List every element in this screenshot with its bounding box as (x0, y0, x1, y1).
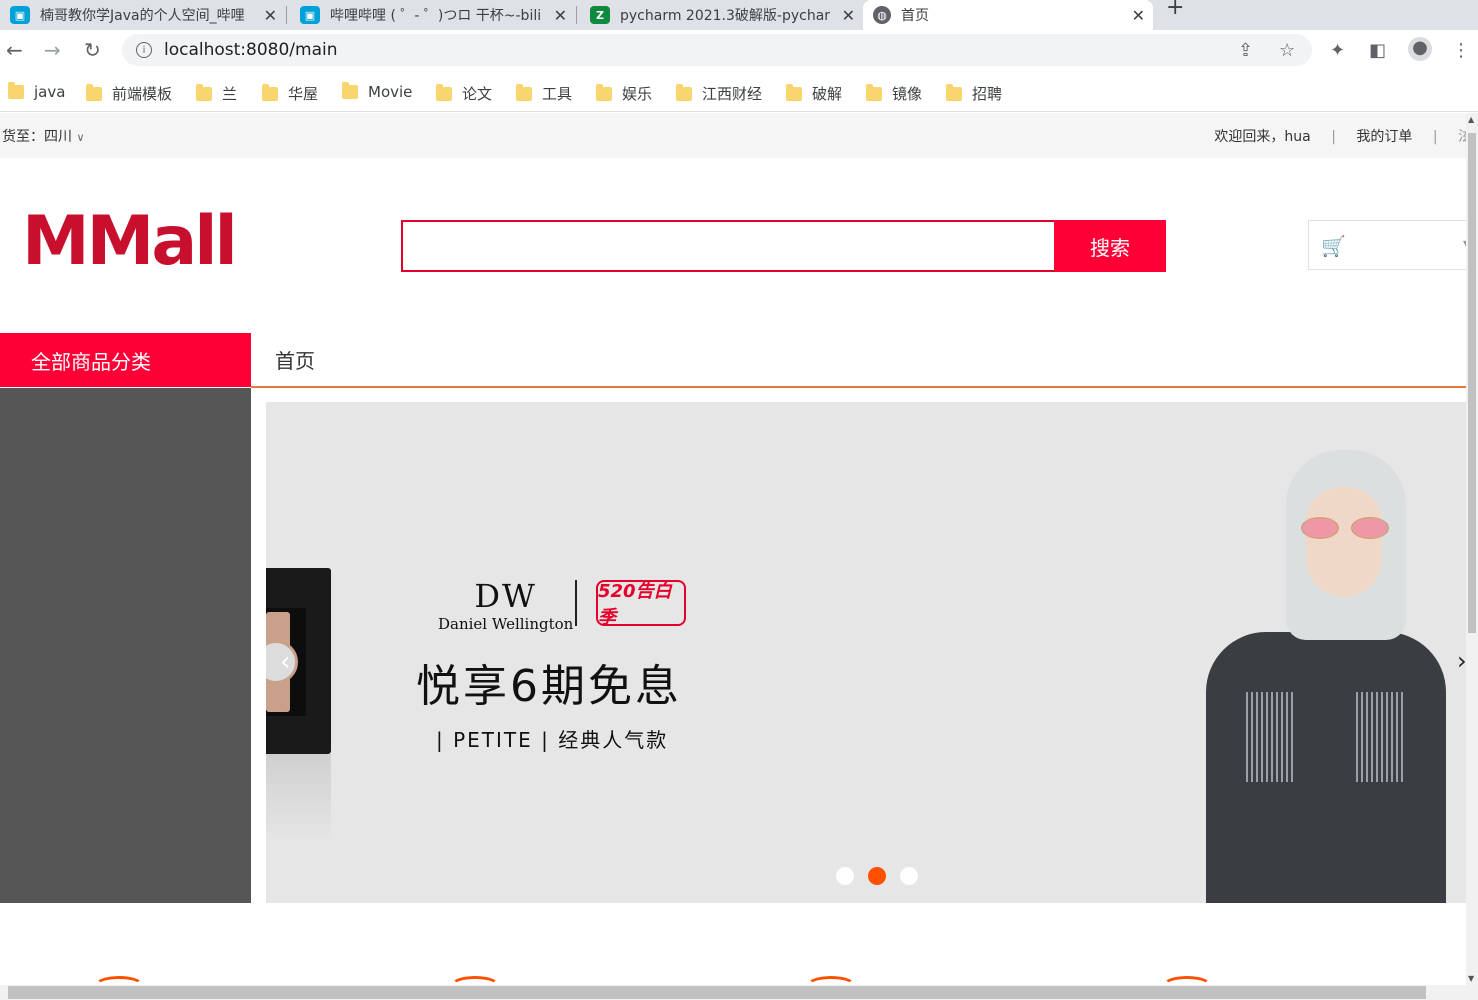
tab-title: 哔哩哔哩 ( ゜- ゜)つロ 干杯~-bili (330, 8, 540, 24)
carousel-prev-icon[interactable]: ‹ (280, 647, 290, 677)
search-input[interactable] (403, 222, 1054, 270)
all-categories-button[interactable]: 全部商品分类 (0, 333, 251, 387)
bookmark-folder[interactable]: java (8, 82, 65, 101)
category-sidebar (0, 388, 251, 903)
scroll-up-icon[interactable]: ▲ (1468, 115, 1474, 124)
browser-toolbar: ← → ↻ i localhost:8080/main ⇪ ☆ ✦ ◧ ● ⋮ (0, 30, 1478, 70)
folder-icon (196, 83, 212, 101)
tab-title: 首页 (901, 8, 929, 24)
back-icon[interactable]: ← (6, 38, 23, 62)
cart-button[interactable]: 🛒 ▾ (1308, 220, 1478, 270)
bookmark-folder[interactable]: 论文 (436, 83, 492, 104)
share-icon[interactable]: ⇪ (1238, 40, 1253, 61)
reload-icon[interactable]: ↻ (84, 38, 101, 62)
carousel-next-icon[interactable]: › (1457, 647, 1466, 675)
globe-icon: ◍ (873, 6, 891, 24)
browser-tab-active[interactable]: ◍ 首页 ✕ (863, 0, 1153, 30)
carousel-dot[interactable] (900, 867, 918, 885)
folder-icon (676, 83, 692, 101)
site-logo[interactable]: MMall (22, 202, 238, 282)
folder-icon (596, 83, 612, 101)
bookmark-folder[interactable]: 华屋 (262, 83, 318, 104)
brand-logo: DW Daniel Wellington (438, 577, 574, 633)
nav-underline (251, 386, 1466, 388)
cart-icon: 🛒 (1321, 234, 1346, 258)
model-image (1206, 442, 1446, 903)
info-icon[interactable]: i (136, 42, 152, 58)
user-links: 欢迎回来，hua | 我的订单 | 泫 (1198, 126, 1472, 146)
zhihu-z-icon: Z (590, 6, 610, 24)
bookmark-folder[interactable]: 江西财经 (676, 83, 762, 104)
browser-tab[interactable]: Z pycharm 2021.3破解版-pycharm ✕ (580, 0, 863, 30)
tab-title: pycharm 2021.3破解版-pycharm (620, 8, 830, 24)
folder-icon (262, 83, 278, 101)
search-button[interactable]: 搜索 (1054, 220, 1166, 272)
bilibili-icon: ▣ (300, 6, 320, 24)
folder-icon (786, 83, 802, 101)
browser-tab[interactable]: ▣ 哔哩哔哩 ( ゜- ゜)つロ 干杯~-bili ✕ (290, 0, 575, 30)
ship-to-selector[interactable]: 货至：四川 ∨ (2, 126, 85, 146)
carousel-dot-active[interactable] (868, 867, 886, 885)
close-icon[interactable]: ✕ (554, 6, 567, 25)
extensions-icon[interactable]: ✦ (1330, 40, 1345, 61)
carousel-dot[interactable] (836, 867, 854, 885)
folder-icon (866, 83, 882, 101)
banner-carousel[interactable]: ‹ › DW Daniel Wellington 520告白季 悦享6期免息 |… (266, 402, 1466, 903)
vertical-scrollbar[interactable]: ▲ ▼ (1466, 113, 1478, 985)
folder-icon (516, 83, 532, 101)
bookmark-folder[interactable]: 工具 (516, 83, 572, 104)
close-icon[interactable]: ✕ (842, 6, 855, 25)
side-panel-icon[interactable]: ◧ (1369, 40, 1386, 61)
search-box: 搜索 (401, 220, 1166, 272)
my-orders-link[interactable]: 我的订单 (1356, 129, 1412, 145)
profile-icon[interactable]: ● (1408, 37, 1432, 61)
bookmark-folder[interactable]: 兰 (196, 83, 237, 104)
banner-headline: 悦享6期免息 (416, 661, 682, 712)
browser-tab[interactable]: ▣ 楠哥教你学Java的个人空间_哔哩 ✕ (0, 0, 285, 30)
new-tab-icon[interactable]: + (1166, 0, 1184, 19)
chevron-down-icon: ∨ (76, 131, 85, 144)
close-icon[interactable]: ✕ (264, 6, 277, 25)
campaign-badge: 520告白季 (596, 580, 686, 628)
folder-icon (8, 82, 24, 99)
folder-icon (946, 83, 962, 101)
scroll-down-icon[interactable]: ▼ (1468, 974, 1474, 983)
welcome-text: 欢迎回来，hua (1214, 129, 1311, 145)
carousel-indicators (836, 867, 918, 885)
address-bar[interactable]: i localhost:8080/main (122, 34, 1312, 66)
close-icon[interactable]: ✕ (1132, 6, 1145, 25)
star-icon[interactable]: ☆ (1279, 40, 1295, 61)
scrollbar-thumb[interactable] (1468, 133, 1476, 633)
banner-subline: | PETITE | 经典人气款 (436, 728, 669, 752)
bookmark-folder[interactable]: 镜像 (866, 83, 922, 104)
scrollbar-thumb[interactable] (8, 986, 1426, 999)
bookmarks-bar: java 前端模板 兰 华屋 Movie 论文 工具 娱乐 江西财经 破解 镜像… (0, 72, 1478, 112)
divider: | (1331, 129, 1336, 145)
folder-icon (342, 82, 358, 99)
bilibili-icon: ▣ (10, 6, 30, 24)
watch-image (266, 568, 331, 754)
folder-icon (436, 83, 452, 101)
watch-reflection (266, 754, 331, 844)
divider: | (1432, 129, 1438, 145)
forward-icon[interactable]: → (44, 38, 61, 62)
url-text: localhost:8080/main (164, 40, 338, 60)
menu-icon[interactable]: ⋮ (1452, 40, 1470, 61)
divider (575, 580, 577, 626)
bookmark-folder[interactable]: 前端模板 (86, 83, 172, 104)
bookmark-folder[interactable]: 破解 (786, 83, 842, 104)
folder-icon (86, 83, 102, 101)
site-top-bar: 货至：四川 ∨ 欢迎回来，hua | 我的订单 | 泫 (0, 113, 1472, 158)
bookmark-folder[interactable]: 招聘 (946, 83, 1002, 104)
tab-title: 楠哥教你学Java的个人空间_哔哩 (40, 8, 245, 24)
bookmark-folder[interactable]: Movie (342, 82, 412, 101)
horizontal-scrollbar[interactable] (0, 985, 1478, 1000)
browser-tab-strip: ▣ 楠哥教你学Java的个人空间_哔哩 ✕ ▣ 哔哩哔哩 ( ゜- ゜)つロ 干… (0, 0, 1478, 30)
bookmark-folder[interactable]: 娱乐 (596, 83, 652, 104)
nav-home-link[interactable]: 首页 (275, 345, 315, 374)
